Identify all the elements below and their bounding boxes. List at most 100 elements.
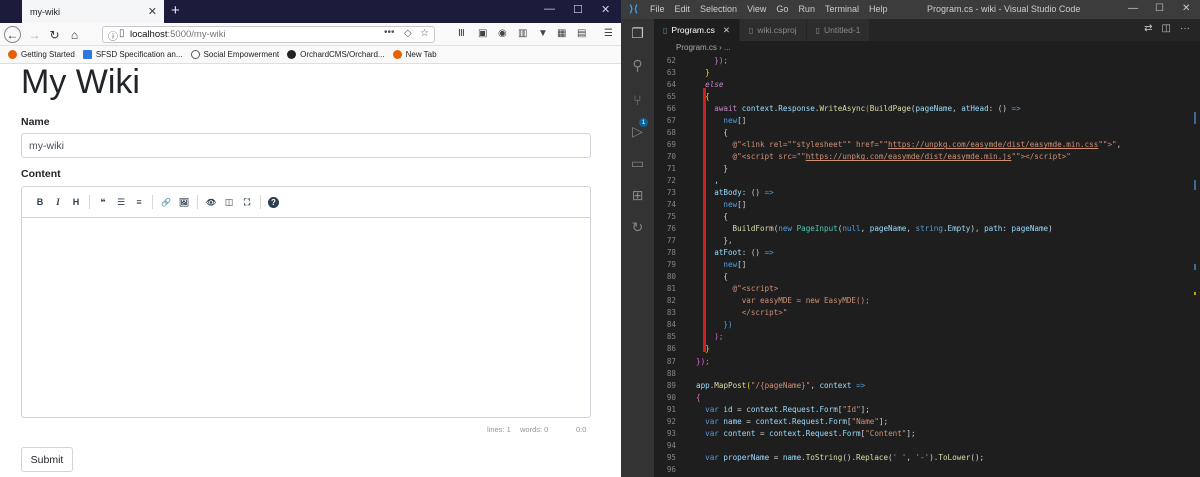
code-line[interactable]: 77},: [654, 235, 1194, 247]
code-line[interactable]: 72,: [654, 175, 1194, 187]
menu-file[interactable]: File: [650, 4, 665, 14]
code-line[interactable]: 95 var properName = name.ToString().Repla…: [654, 452, 1194, 464]
source-control-icon[interactable]: ⑂: [629, 91, 646, 108]
maximize-icon[interactable]: ☐: [1155, 3, 1164, 14]
info-icon[interactable]: ⓘ: [108, 28, 118, 43]
window-close-icon[interactable]: ✕: [1182, 3, 1190, 14]
menu-help[interactable]: Help: [869, 4, 888, 14]
link-button[interactable]: 🔗: [157, 193, 175, 211]
minimize-icon[interactable]: —: [544, 3, 555, 15]
menu-selection[interactable]: Selection: [700, 4, 737, 14]
tab-close-icon[interactable]: ✕: [148, 5, 157, 18]
code-line[interactable]: 82 var easyMDE = new EasyMDE();: [654, 295, 1194, 307]
shield-icon[interactable]: ▼: [538, 28, 548, 39]
menu-terminal[interactable]: Terminal: [825, 4, 859, 14]
remote-explorer-icon[interactable]: ▭: [629, 155, 646, 172]
code-line[interactable]: 81 @"<script>: [654, 283, 1194, 295]
close-tab-icon[interactable]: ✕: [723, 25, 730, 36]
tab-wiki-csproj[interactable]: ▯ wiki.csproj: [740, 19, 807, 41]
quote-button[interactable]: ❝: [94, 193, 112, 211]
breadcrumb[interactable]: Program.cs › ...: [654, 41, 1200, 54]
sidebar-icon[interactable]: ▣: [478, 28, 487, 39]
code-line[interactable]: 76 BuildForm(new PageInput(null, pageName…: [654, 223, 1194, 235]
submit-button[interactable]: Submit: [21, 447, 73, 472]
new-tab-icon[interactable]: +: [171, 2, 180, 19]
code-line[interactable]: 92 var name = context.Request.Form["Name"…: [654, 416, 1194, 428]
help-button[interactable]: ?: [268, 196, 279, 208]
menu-edit[interactable]: Edit: [675, 4, 691, 14]
code-line[interactable]: 93 var content = context.Request.Form["Co…: [654, 428, 1194, 440]
code-line[interactable]: 85);: [654, 331, 1194, 343]
bookmark-item[interactable]: SFSD Specification an...: [82, 50, 183, 59]
extensions-grid-icon[interactable]: ▦: [557, 28, 566, 39]
bookmark-item[interactable]: OrchardCMS/Orchard...: [287, 50, 385, 59]
bookmark-item[interactable]: Getting Started: [8, 50, 75, 59]
code-line[interactable]: 79 new[]: [654, 259, 1194, 271]
explorer-icon[interactable]: ❐: [629, 25, 646, 42]
preview-button[interactable]: 👁: [202, 193, 220, 211]
window-close-icon[interactable]: ✕: [601, 3, 610, 16]
code-line[interactable]: 69 @"<link rel=""stylesheet"" href=""http…: [654, 139, 1194, 151]
reload-icon[interactable]: ↻: [46, 26, 63, 43]
page-actions-icon[interactable]: •••: [384, 27, 395, 38]
code-line[interactable]: 73 atBody: () =>: [654, 187, 1194, 199]
compare-icon[interactable]: ⇄: [1144, 23, 1152, 34]
heading-button[interactable]: H: [67, 193, 85, 211]
tab-untitled[interactable]: ▯ Untitled-1: [806, 19, 871, 41]
italic-button[interactable]: I: [49, 193, 67, 211]
code-editor[interactable]: 62}); 63} 64 else 65{66 await context.Respons…: [654, 54, 1200, 477]
pocket-icon[interactable]: ◇: [404, 28, 412, 39]
code-line[interactable]: 94: [654, 440, 1194, 452]
code-line[interactable]: 75 {: [654, 211, 1194, 223]
extensions-icon[interactable]: ⊞: [629, 187, 646, 204]
code-line[interactable]: 68 {: [654, 127, 1194, 139]
forward-icon[interactable]: →: [26, 26, 43, 43]
menu-icon[interactable]: ☰: [604, 28, 613, 39]
code-line[interactable]: 66 await context.Response.WriteAsync(Buil…: [654, 103, 1194, 115]
code-line[interactable]: 70 @"<script src=""https://unpkg.com/easy…: [654, 151, 1194, 163]
code-line[interactable]: 62});: [654, 55, 1194, 67]
code-line[interactable]: 67 new[]: [654, 115, 1194, 127]
bold-button[interactable]: B: [31, 193, 49, 211]
markdown-editor[interactable]: B I H ❝ ☰ ≡ 🔗 🖼 👁 ◫ ⛶ ?: [21, 186, 591, 418]
ordered-list-button[interactable]: ≡: [130, 193, 148, 211]
search-icon[interactable]: ⚲: [629, 57, 646, 74]
url-bar[interactable]: ⓘ ▯ localhost:5000/my-wiki ••• ◇ ☆: [102, 26, 435, 43]
fullscreen-button[interactable]: ⛶: [238, 193, 256, 211]
extension-icon[interactable]: ▥: [518, 28, 527, 39]
maximize-icon[interactable]: ☐: [573, 3, 583, 16]
back-icon[interactable]: ←: [4, 26, 21, 43]
code-line[interactable]: 74 new[]: [654, 199, 1194, 211]
menu-go[interactable]: Go: [776, 4, 788, 14]
menu-view[interactable]: View: [747, 4, 766, 14]
tab-program-cs[interactable]: ▯ Program.cs ✕: [654, 19, 740, 41]
browser-tab[interactable]: my-wiki ✕: [22, 0, 164, 23]
code-line[interactable]: 91 var id = context.Request.Form["Id"];: [654, 404, 1194, 416]
split-editor-icon[interactable]: ◫: [1162, 23, 1171, 34]
name-input[interactable]: my-wiki: [21, 133, 591, 158]
bookmark-item[interactable]: Social Empowerment: [190, 50, 279, 59]
code-line[interactable]: 78 atFoot: () =>: [654, 247, 1194, 259]
code-line[interactable]: 65{: [654, 91, 1194, 103]
menu-run[interactable]: Run: [798, 4, 815, 14]
reader-icon[interactable]: ▤: [577, 28, 586, 39]
code-line[interactable]: 88: [654, 368, 1194, 380]
bookmark-star-icon[interactable]: ☆: [420, 28, 429, 39]
more-actions-icon[interactable]: ···: [1180, 23, 1190, 34]
account-icon[interactable]: ◉: [498, 28, 507, 39]
code-line[interactable]: 80 {: [654, 271, 1194, 283]
image-button[interactable]: 🖼: [175, 193, 193, 211]
code-line[interactable]: 84}): [654, 319, 1194, 331]
unordered-list-button[interactable]: ☰: [112, 193, 130, 211]
home-icon[interactable]: ⌂: [66, 26, 83, 43]
code-line[interactable]: 90 {: [654, 392, 1194, 404]
code-line[interactable]: 87});: [654, 356, 1194, 368]
run-debug-icon[interactable]: ▷: [629, 123, 646, 140]
code-line[interactable]: 86}: [654, 343, 1194, 355]
code-line[interactable]: 89 app.MapPost("/{pageName}", context =>: [654, 380, 1194, 392]
minimap[interactable]: [1190, 54, 1200, 477]
code-line[interactable]: 83 </script>": [654, 307, 1194, 319]
side-by-side-button[interactable]: ◫: [220, 193, 238, 211]
code-line[interactable]: 64 else: [654, 79, 1194, 91]
code-line[interactable]: 71}: [654, 163, 1194, 175]
